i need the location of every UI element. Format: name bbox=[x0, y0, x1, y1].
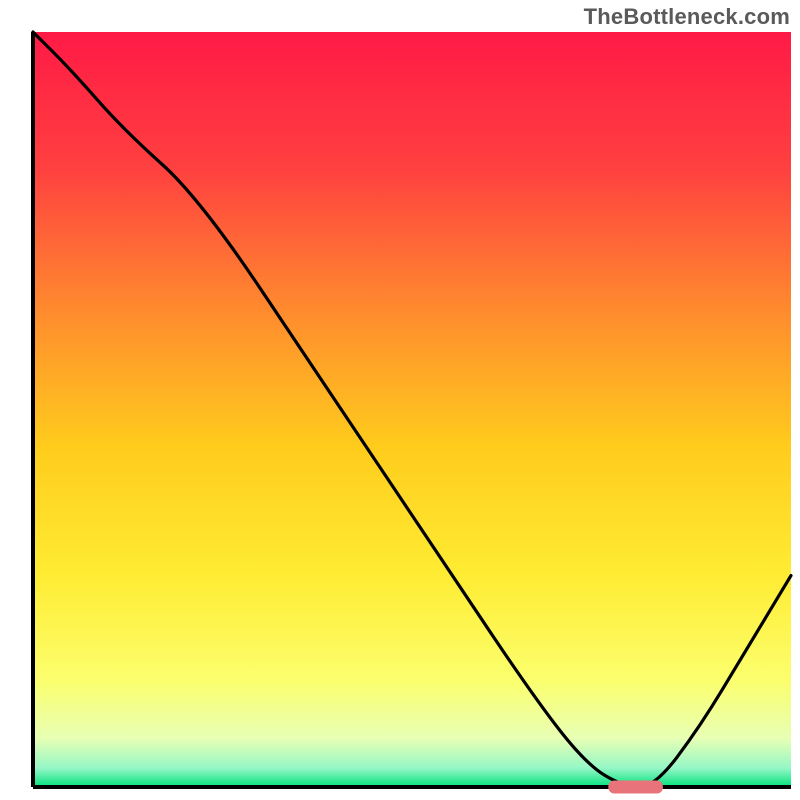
bottleneck-chart bbox=[0, 0, 800, 800]
optimal-marker bbox=[608, 781, 663, 794]
chart-container: { "attribution": "TheBottleneck.com", "c… bbox=[0, 0, 800, 800]
plot-background bbox=[33, 32, 791, 787]
